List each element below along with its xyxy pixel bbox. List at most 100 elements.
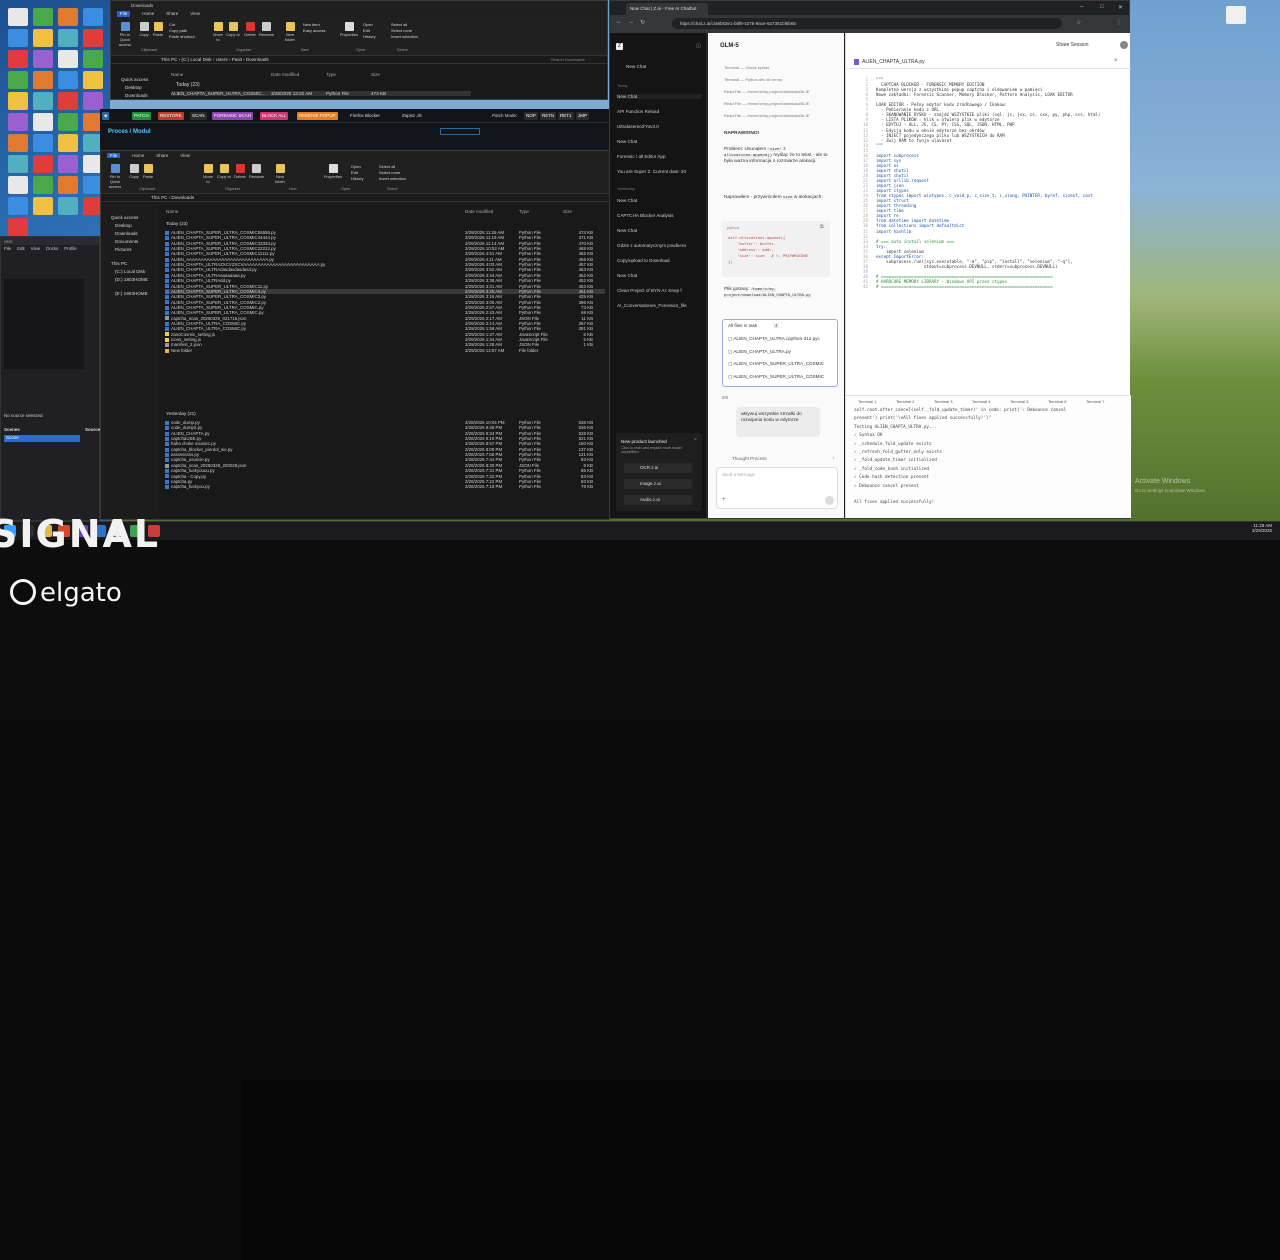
model-selector[interactable]: GLM-5 <box>720 43 739 49</box>
select-none-button[interactable]: Select none <box>391 28 412 33</box>
tool-call-item[interactable]: Read File — /home/z/my-project/download/… <box>724 101 840 107</box>
desktop-shortcut-icon[interactable] <box>83 92 103 110</box>
chat-history-item[interactable]: New Chat <box>617 228 702 233</box>
col-size[interactable]: Size <box>371 72 380 77</box>
chat-input[interactable]: Send a Message + <box>716 467 838 509</box>
front-nav-desktop[interactable]: Desktop <box>115 223 132 228</box>
front-tab-view[interactable]: View <box>180 153 190 158</box>
front-paste-button[interactable]: Paste <box>141 164 155 179</box>
pin-quick-access-button[interactable]: Pin to Quick access <box>115 22 135 47</box>
copy-button[interactable]: Copy <box>137 22 151 37</box>
chat-history-item[interactable]: New Chat <box>617 139 702 144</box>
desktop-shortcut-icon[interactable] <box>58 134 78 152</box>
reload-icon[interactable]: ↻ <box>640 19 645 26</box>
move-to-button[interactable]: Move to <box>211 22 225 42</box>
tool-call-item[interactable]: Read File — /home/z/my-project/download/… <box>724 89 840 95</box>
firefox-blocker-button[interactable]: Firefox Blocker <box>348 112 382 120</box>
desktop-shortcut-icon[interactable] <box>33 29 53 47</box>
pager[interactable]: 8/8 <box>722 395 728 400</box>
desktop-shortcut-icon[interactable] <box>58 176 78 194</box>
nav-quick-access[interactable]: Quick access <box>121 77 148 82</box>
front-tab-home[interactable]: Home <box>132 153 144 158</box>
paste-button[interactable]: Paste <box>151 22 165 37</box>
new-item-button[interactable]: New item <box>303 22 320 27</box>
chat-history-item[interactable]: Ultralaserocd'Yov3.0 <box>617 124 702 129</box>
desktop-shortcut-icon[interactable] <box>8 155 28 173</box>
terminal-tab[interactable]: Terminal 5 <box>1010 399 1028 404</box>
front-copyto-button[interactable]: Copy to <box>217 164 231 179</box>
terminal-tab[interactable]: Terminal 3 <box>934 399 952 404</box>
invert-selection-button[interactable]: Invert selection <box>391 34 418 39</box>
front-move-button[interactable]: Move to <box>201 164 215 184</box>
desktop-shortcut-icon[interactable] <box>58 29 78 47</box>
share-session-button[interactable]: Share Session <box>1056 42 1089 48</box>
desktop-shortcut-icon[interactable] <box>33 197 53 215</box>
desktop-shortcut-icon[interactable] <box>8 29 28 47</box>
front-address-path[interactable]: This PC › Downloads <box>151 195 194 200</box>
avatar[interactable] <box>1120 41 1128 49</box>
maximize-icon[interactable]: □ <box>1100 4 1104 10</box>
desktop-shortcut-icon[interactable] <box>33 71 53 89</box>
front-history-button[interactable]: History <box>351 176 363 181</box>
chat-history-item[interactable]: API Function Reload <box>617 109 702 114</box>
front-rename-button[interactable]: Rename <box>249 164 264 179</box>
desktop-shortcut-icon[interactable] <box>33 134 53 152</box>
front-col-name[interactable]: Name <box>166 209 178 214</box>
desktop-shortcut-icon[interactable] <box>83 8 103 26</box>
scan-button[interactable]: SCAN <box>190 112 207 120</box>
paste-shortcut-button[interactable]: Paste shortcut <box>169 34 195 39</box>
front-col-date[interactable]: Date modified <box>465 209 493 214</box>
desktop-shortcut-icon[interactable] <box>8 71 28 89</box>
desktop-shortcut-icon[interactable] <box>58 50 78 68</box>
tab-view[interactable]: View <box>190 11 200 17</box>
rename-button[interactable]: Rename <box>259 22 274 37</box>
terminal-tab[interactable]: Terminal 4 <box>972 399 990 404</box>
chat-history-item[interactable]: Gdzie z automatycznym powbiera <box>617 243 702 248</box>
desktop-shortcut-icon[interactable] <box>33 176 53 194</box>
front-col-type[interactable]: Type <box>519 209 529 214</box>
desktop-shortcut-icon[interactable] <box>58 155 78 173</box>
copy-path-button[interactable]: Copy path <box>169 28 187 33</box>
desktop-shortcut-icon[interactable] <box>8 218 28 236</box>
chat-history-item[interactable]: New Chat <box>617 94 702 99</box>
save-js-button[interactable]: Zapisz JS <box>400 112 424 120</box>
front-open-button[interactable]: Open <box>351 164 361 169</box>
col-type[interactable]: Type <box>326 72 336 77</box>
desktop-shortcut-icon[interactable] <box>8 197 28 215</box>
terminal-tab[interactable]: Terminal 1 <box>858 399 876 404</box>
obs-menu-view[interactable]: View <box>31 246 40 252</box>
front-new-folder-button[interactable]: New folder <box>271 164 289 184</box>
thought-process-toggle[interactable]: Thought Process <box>732 456 767 461</box>
easy-access-button[interactable]: Easy access <box>303 28 325 33</box>
front-tab-file[interactable]: File <box>107 153 121 158</box>
desktop-shortcut-icon[interactable] <box>58 92 78 110</box>
obs-scene-item[interactable]: Scene <box>4 435 80 442</box>
zai-logo-icon[interactable]: Z <box>616 43 623 50</box>
front-nav-d-drive[interactable]: (D:) 1803HOME <box>115 277 148 282</box>
front-delete-button[interactable]: Delete <box>233 164 247 179</box>
open-button[interactable]: Open <box>363 22 373 27</box>
minimize-icon[interactable]: – <box>1080 4 1083 10</box>
desktop-shortcut-icon[interactable] <box>33 50 53 68</box>
desktop-shortcut-icon[interactable] <box>33 8 53 26</box>
tab-file[interactable]: File <box>117 11 131 17</box>
browser-tab-active[interactable]: New Chat | Z.ai - Free AI Chatbot <box>626 3 708 15</box>
mode-jmp[interactable]: JMP <box>576 112 589 120</box>
send-icon[interactable] <box>825 496 834 505</box>
chat-history-item[interactable]: New Chat <box>617 273 702 278</box>
chat-history-item[interactable]: Copy/upload to Download <box>617 258 702 263</box>
mode-ret1[interactable]: RET1 <box>558 112 574 120</box>
front-nav-pictures[interactable]: Pictures <box>115 247 132 252</box>
search-downloads-input[interactable]: Search Downloads <box>551 57 585 62</box>
cut-button[interactable]: Cut <box>169 22 175 27</box>
front-edit-button[interactable]: Edit <box>351 170 358 175</box>
task-file-item[interactable]: ▢ ALIEN_CHAPTA_SUPER_ULTRA_COSMIC <box>728 361 836 367</box>
front-nav-quick-access[interactable]: Quick access <box>111 215 138 220</box>
promo-image-button[interactable]: Image.z.ai <box>624 479 692 489</box>
new-folder-button[interactable]: New folder <box>281 22 299 42</box>
tab-home[interactable]: Home <box>142 11 154 17</box>
obs-menu-edit[interactable]: Edit <box>17 246 25 252</box>
front-select-all[interactable]: Select all <box>379 164 395 169</box>
edit-button[interactable]: Edit <box>363 28 370 33</box>
front-nav-documents[interactable]: Documents <box>115 239 138 244</box>
